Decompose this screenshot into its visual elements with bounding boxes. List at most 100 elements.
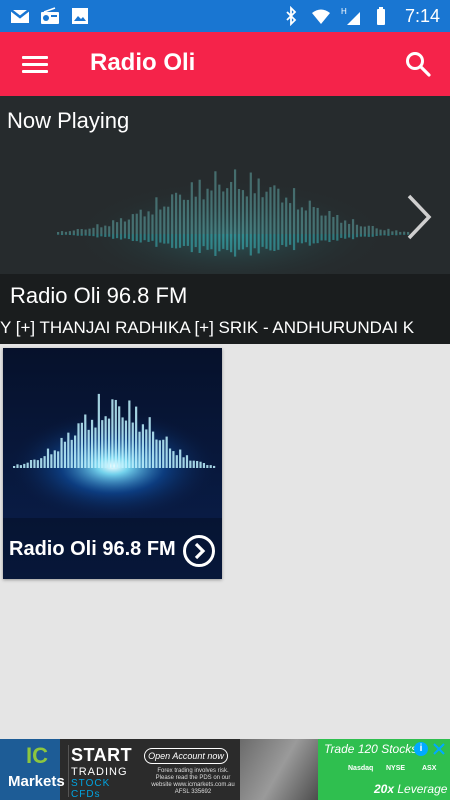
waveform-bar	[145, 429, 148, 468]
waveform-bar	[76, 229, 79, 234]
waveform-bar	[281, 202, 284, 234]
waveform-bar	[351, 219, 355, 234]
ad-open-account-button[interactable]: Open Account now	[144, 748, 228, 764]
hamburger-line	[22, 70, 48, 73]
waveform-bar	[289, 234, 292, 245]
waveform-bar	[107, 418, 111, 468]
menu-button[interactable]	[22, 52, 48, 76]
waveform-bar	[74, 435, 77, 468]
waveform-bar	[320, 215, 323, 234]
waveform-bar	[249, 172, 252, 234]
waveform-bar	[135, 406, 138, 468]
waveform-bar	[348, 234, 351, 238]
waveform-bar	[60, 234, 64, 236]
waveform-bar	[199, 461, 202, 468]
waveform-bar	[159, 234, 162, 243]
waveform-bar	[281, 234, 284, 246]
waveform-bar	[324, 234, 327, 241]
waveform-bar	[222, 234, 225, 249]
waveform-bar	[135, 213, 138, 234]
waveform-bar	[33, 459, 36, 468]
play-circle-icon[interactable]	[182, 534, 216, 568]
waveform-bar	[312, 207, 315, 234]
waveform-bar	[194, 234, 197, 248]
waveform-bar	[182, 199, 186, 234]
waveform-bar	[308, 234, 311, 246]
ad-promo-suffix: Stocks	[381, 742, 418, 756]
waveform-bar	[399, 234, 402, 235]
waveform-bar	[316, 207, 319, 234]
ad-logo-ic: IC	[26, 743, 48, 768]
waveform-bar	[147, 234, 150, 242]
waveform-bar	[277, 188, 280, 234]
waveform-bar	[359, 234, 363, 237]
waveform-bar	[19, 465, 22, 468]
waveform-bar	[111, 399, 114, 468]
search-icon[interactable]	[404, 50, 432, 78]
waveform-bar	[328, 234, 331, 243]
waveform-bar	[241, 234, 245, 250]
waveform-bar	[257, 178, 260, 234]
battery-icon	[376, 7, 385, 25]
waveform-bar	[92, 227, 95, 234]
waveform-bar	[332, 216, 335, 234]
station-card[interactable]: Radio Oli 96.8 FM	[3, 348, 222, 579]
bluetooth-icon	[286, 6, 297, 26]
waveform-bar	[16, 464, 19, 468]
waveform-bar	[115, 234, 119, 239]
waveform-bar	[218, 184, 221, 234]
waveform-bar	[96, 224, 99, 234]
waveform-bar	[209, 465, 212, 468]
waveform-bar	[139, 234, 142, 243]
waveform-bar	[124, 420, 128, 468]
image-icon	[72, 8, 88, 24]
waveform-bar	[151, 234, 154, 241]
waveform-bar	[186, 199, 189, 234]
waveform-bar	[119, 218, 123, 234]
ad-photo	[240, 739, 320, 800]
waveform-bar	[84, 414, 87, 468]
waveform-bar	[138, 431, 141, 468]
waveform-bar	[237, 234, 241, 250]
waveform-bar	[344, 234, 347, 239]
chevron-right-icon[interactable]	[404, 192, 434, 242]
waveform-bar	[206, 188, 209, 234]
waveform-bar	[139, 209, 142, 234]
waveform-bar	[355, 234, 359, 238]
waveform-bar	[395, 234, 398, 236]
waveform-bar	[344, 220, 347, 234]
waveform-bar	[163, 206, 166, 234]
waveform-bar	[300, 207, 304, 234]
waveform-bar	[135, 234, 138, 242]
waveform-bar	[155, 439, 158, 468]
waveform-bar	[104, 234, 107, 237]
waveform-bar	[261, 234, 264, 247]
waveform-bar	[196, 460, 199, 468]
ad-banner[interactable]: IC Markets START TRADING STOCK CFDs Open…	[0, 739, 450, 800]
waveform-bar	[118, 406, 121, 468]
waveform-bar	[178, 234, 182, 248]
waveform-bar	[383, 230, 386, 234]
waveform-bar	[210, 234, 213, 250]
waveform-bar	[123, 221, 127, 234]
close-icon[interactable]	[431, 741, 447, 757]
waveform-bar	[114, 399, 117, 468]
waveform-bar	[237, 189, 241, 234]
waveform-bar	[128, 400, 131, 468]
waveform-bar	[230, 234, 233, 253]
waveform-bar	[198, 234, 201, 253]
now-playing-panel[interactable]: Now Playing Radio Oli 96.8 FM Y [+] THAN…	[0, 96, 450, 344]
ad-promo-prefix: Trade	[324, 742, 355, 756]
waveform-bar	[296, 209, 300, 234]
waveform-bar	[371, 225, 374, 234]
ad-info-icon[interactable]: i	[414, 742, 428, 756]
waveform-bar	[57, 451, 60, 468]
waveform-bar	[340, 222, 343, 234]
ad-headline: START	[71, 745, 133, 765]
waveform-bar	[379, 234, 382, 236]
waveform-bar	[80, 234, 83, 236]
waveform-bar	[94, 427, 97, 468]
waveform-bar	[348, 223, 351, 234]
ad-exchange: ASX	[422, 765, 437, 772]
waveform-bar	[391, 231, 394, 234]
